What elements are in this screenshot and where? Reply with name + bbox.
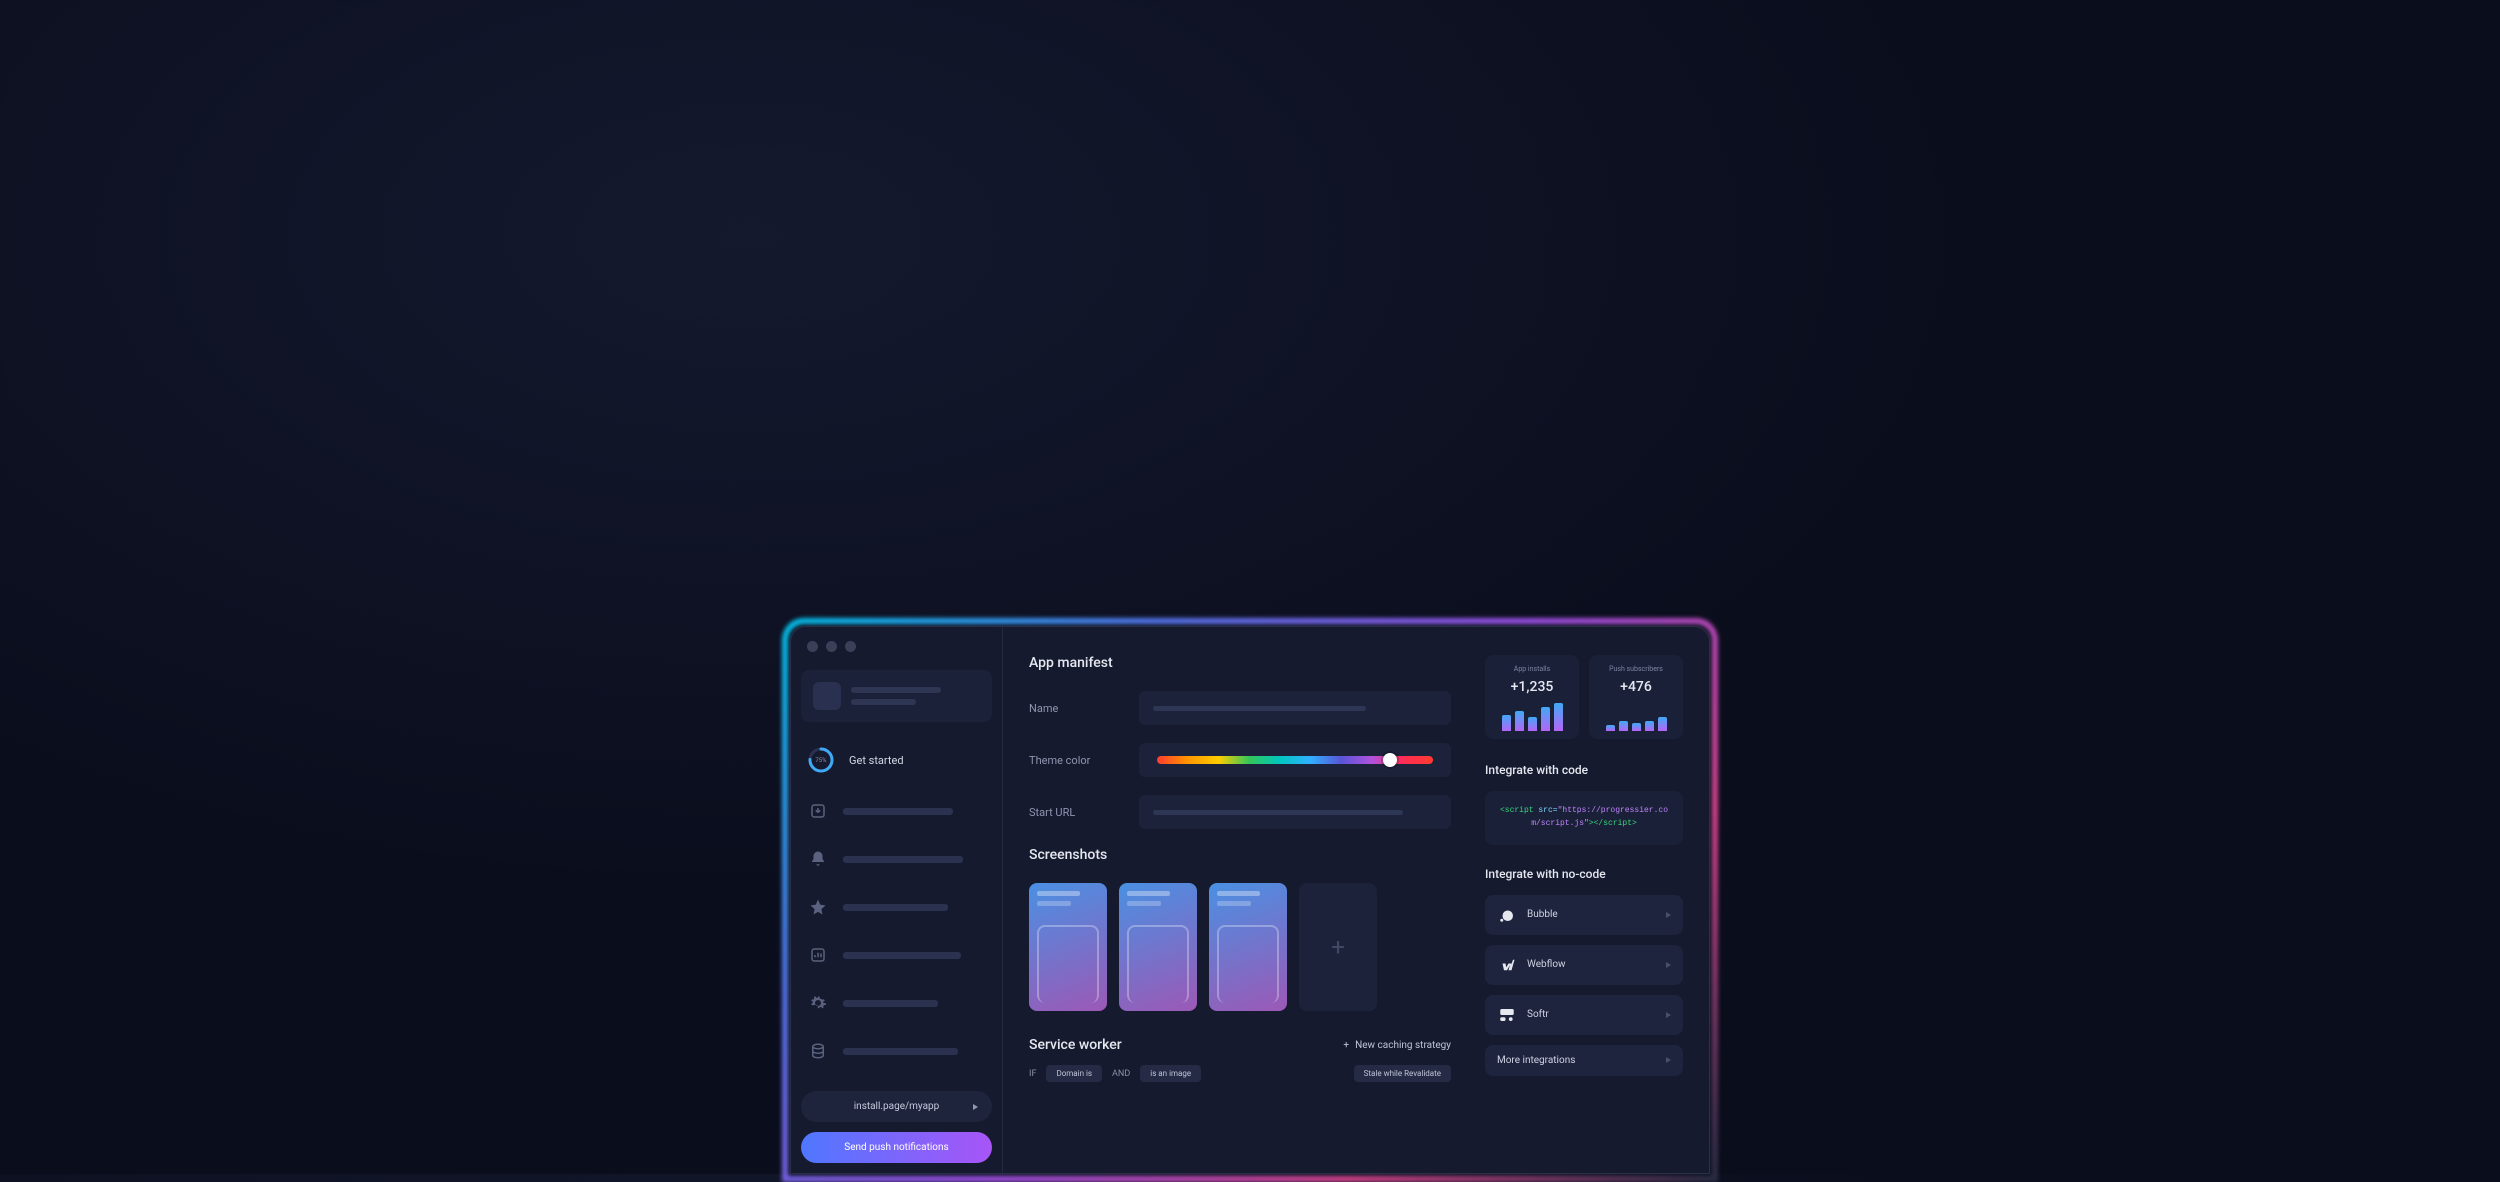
push-chart [1599,703,1673,731]
if-keyword: IF [1029,1069,1036,1079]
avatar [813,682,841,710]
sidebar-item-label [843,808,953,815]
sidebar-item-label [843,904,948,911]
nocode-heading: Integrate with no-code [1485,867,1683,881]
sidebar-item-download[interactable] [801,796,992,826]
integration-more[interactable]: More integrations [1485,1045,1683,1076]
push-card: Push subscribers +476 [1589,655,1683,739]
rule-chip-image[interactable]: is an image [1140,1065,1201,1082]
installs-title: App installs [1495,665,1569,673]
integration-webflow[interactable]: Webflow [1485,945,1683,985]
sidebar-item-label [843,856,963,863]
add-screenshot-button[interactable]: + [1299,883,1377,1011]
account-card[interactable] [801,670,992,722]
download-icon [807,800,829,822]
integration-label: Bubble [1527,909,1558,920]
theme-input [1139,743,1451,777]
sidebar-item-analytics[interactable] [801,940,992,970]
sidebar-item-get-started[interactable]: 75% Get started [801,742,992,778]
minimize-icon[interactable] [826,641,837,652]
plus-icon: + [1331,933,1345,961]
bubble-icon [1497,905,1517,925]
hue-thumb[interactable] [1383,753,1397,767]
integration-bubble[interactable]: Bubble [1485,895,1683,935]
sidebar-item-favorites[interactable] [801,892,992,922]
screenshots-heading: Screenshots [1029,847,1451,863]
start-url-input[interactable] [1139,795,1451,829]
push-title: Push subscribers [1599,665,1673,673]
chart-icon [807,944,829,966]
softr-icon [1497,1005,1517,1025]
sidebar-item-notifications[interactable] [801,844,992,874]
gear-icon [807,992,829,1014]
screenshot-thumb[interactable] [1119,883,1197,1011]
bell-icon [807,848,829,870]
rule-chip-domain[interactable]: Domain is [1046,1065,1102,1082]
and-keyword: AND [1112,1069,1130,1079]
webflow-icon [1497,955,1517,975]
name-row: Name [1029,691,1451,725]
sidebar-item-settings[interactable] [801,988,992,1018]
main-content: App manifest Name Theme color Start URL [1003,627,1709,1173]
maximize-icon[interactable] [845,641,856,652]
installs-chart [1495,703,1569,731]
service-worker-heading: Service worker [1029,1037,1122,1053]
app-window: 75% Get started [790,626,1710,1174]
account-name-placeholder [851,687,941,693]
hue-slider[interactable] [1157,756,1433,764]
progress-ring-icon: 75% [807,746,835,774]
play-icon [1666,912,1671,918]
install-link-button[interactable]: install.page/myapp [801,1091,992,1122]
code-snippet[interactable]: <script src="https://progressier.com/scr… [1485,791,1683,845]
screenshot-thumb[interactable] [1209,883,1287,1011]
rule-chip-strategy[interactable]: Stale while Revalidate [1354,1065,1451,1082]
sidebar-item-label [843,1000,938,1007]
sidebar-item-label [843,952,961,959]
sidebar: 75% Get started [791,627,1003,1173]
integration-label: Softr [1527,1009,1549,1020]
star-icon [807,896,829,918]
new-strategy-label: New caching strategy [1355,1040,1451,1051]
integration-softr[interactable]: Softr [1485,995,1683,1035]
send-push-button[interactable]: Send push notifications [801,1132,992,1163]
integration-label: More integrations [1497,1055,1575,1066]
push-value: +476 [1599,679,1673,695]
account-sub-placeholder [851,699,916,705]
nav: 75% Get started [801,742,992,1066]
name-input[interactable] [1139,691,1451,725]
play-icon [1666,962,1671,968]
screenshot-thumb[interactable] [1029,883,1107,1011]
installs-value: +1,235 [1495,679,1569,695]
close-icon[interactable] [807,641,818,652]
install-link-text: install.page/myapp [854,1101,940,1112]
sidebar-item-database[interactable] [801,1036,992,1066]
new-caching-strategy-button[interactable]: + New caching strategy [1343,1040,1451,1051]
code-heading: Integrate with code [1485,763,1683,777]
progress-percent: 75% [807,746,835,774]
sidebar-item-label [843,1048,958,1055]
window-controls [801,641,992,670]
play-icon [1666,1012,1671,1018]
theme-label: Theme color [1029,754,1139,767]
sidebar-item-label: Get started [849,754,904,767]
play-icon [1666,1057,1671,1063]
theme-row: Theme color [1029,743,1451,777]
start-url-row: Start URL [1029,795,1451,829]
integration-label: Webflow [1527,959,1566,970]
manifest-heading: App manifest [1029,655,1451,671]
play-icon [973,1104,978,1110]
screenshots-grid: + [1029,883,1451,1011]
rule-row: IF Domain is AND is an image Stale while… [1029,1065,1451,1082]
plus-icon: + [1343,1040,1349,1051]
start-url-label: Start URL [1029,806,1139,819]
send-push-label: Send push notifications [844,1142,948,1153]
stack-icon [807,1040,829,1062]
name-label: Name [1029,702,1139,715]
installs-card: App installs +1,235 [1485,655,1579,739]
